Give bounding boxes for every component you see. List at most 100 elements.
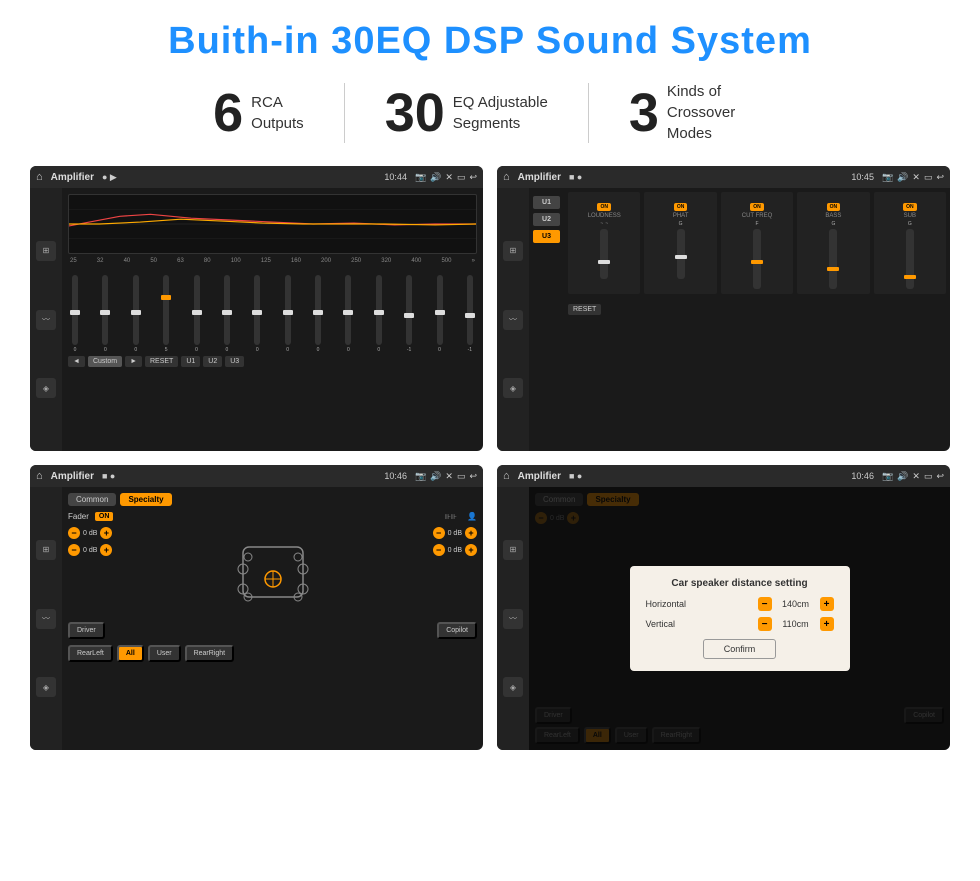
modal-vertical-plus[interactable]: + xyxy=(820,617,834,631)
slider-track[interactable] xyxy=(102,275,108,345)
vol-plus-0[interactable]: + xyxy=(100,527,112,539)
modal-horizontal-minus[interactable]: − xyxy=(758,597,772,611)
sidebar-volume-icon[interactable]: ◈ xyxy=(36,378,56,398)
bass-slider[interactable] xyxy=(829,229,837,289)
stat-label-eq: EQ Adjustable Segments xyxy=(453,92,548,134)
preset-u2[interactable]: U2 xyxy=(533,213,560,226)
screen-dialog-body: ⊞ 〰 ◈ Common Specialty −0 dB+ xyxy=(497,487,950,750)
sidebar-wave-icon-3[interactable]: 〰 xyxy=(36,609,56,629)
btn-driver[interactable]: Driver xyxy=(68,622,105,639)
modal-vertical-minus[interactable]: − xyxy=(758,617,772,631)
fader-tabs: Common Specialty xyxy=(68,493,477,506)
eq-u3-btn[interactable]: U3 xyxy=(225,356,244,367)
eq-u1-btn[interactable]: U1 xyxy=(181,356,200,367)
cutfreq-slider[interactable] xyxy=(753,229,761,289)
eq-custom-btn[interactable]: Custom xyxy=(88,356,122,367)
vol-minus-0[interactable]: − xyxy=(68,527,80,539)
sidebar-wave-icon-4[interactable]: 〰 xyxy=(503,609,523,629)
slider-track[interactable] xyxy=(406,275,412,345)
eq-u2-btn[interactable]: U2 xyxy=(203,356,222,367)
stat-eq: 30 EQ Adjustable Segments xyxy=(345,86,588,140)
slider-track[interactable] xyxy=(467,275,473,345)
module-cutfreq: ON CUT FREQ F xyxy=(721,192,793,294)
fader-on-badge: ON xyxy=(95,512,114,521)
vol-row-1: − 0 dB + xyxy=(68,544,112,556)
eq-labels: 25 32 40 50 63 80 100 125 160 200 250 32… xyxy=(68,258,477,264)
vol-row-2: − 0 dB + xyxy=(433,527,477,539)
slider-track[interactable] xyxy=(254,275,260,345)
confirm-button[interactable]: Confirm xyxy=(703,639,777,659)
vol-minus-1[interactable]: − xyxy=(68,544,80,556)
phat-slider[interactable] xyxy=(677,229,685,279)
sidebar-eq-icon-3[interactable]: ⊞ xyxy=(36,540,56,560)
phat-on-badge: ON xyxy=(674,203,688,211)
sub-slider[interactable] xyxy=(906,229,914,289)
slider-track[interactable] xyxy=(345,275,351,345)
slider-track[interactable] xyxy=(376,275,382,345)
slider-track[interactable] xyxy=(72,275,78,345)
topbar-time-eq: 10:44 xyxy=(384,172,407,182)
slider-track[interactable] xyxy=(315,275,321,345)
btn-copilot[interactable]: Copilot xyxy=(437,622,477,639)
slider-track[interactable] xyxy=(194,275,200,345)
vol-plus-2[interactable]: + xyxy=(465,527,477,539)
topbar-time-crossover: 10:45 xyxy=(851,172,874,182)
sidebar-eq-icon[interactable]: ⊞ xyxy=(36,241,56,261)
slider-track[interactable] xyxy=(163,275,169,345)
loudness-slider[interactable] xyxy=(600,229,608,279)
sidebar-volume-icon-4[interactable]: ◈ xyxy=(503,677,523,697)
vol-val-1: 0 dB xyxy=(83,547,97,554)
eq-slider-6: 0 xyxy=(254,275,260,353)
sidebar-wave-icon[interactable]: 〰 xyxy=(36,310,56,330)
stat-number-crossover: 3 xyxy=(629,86,659,140)
vol-row-3: − 0 dB + xyxy=(433,544,477,556)
slider-track[interactable] xyxy=(285,275,291,345)
btn-all[interactable]: All xyxy=(117,645,144,662)
sidebar-volume-icon-2[interactable]: ◈ xyxy=(503,378,523,398)
eq-reset-btn[interactable]: RESET xyxy=(145,356,178,367)
eq-slider-3: 5 xyxy=(163,275,169,353)
preset-u3[interactable]: U3 xyxy=(533,230,560,243)
modal-row-vertical: Vertical − 110cm + xyxy=(646,617,834,631)
preset-u1[interactable]: U1 xyxy=(533,196,560,209)
sidebar-eq-icon-4[interactable]: ⊞ xyxy=(503,540,523,560)
btn-rearright[interactable]: RearRight xyxy=(185,645,235,662)
eq-next-btn[interactable]: ► xyxy=(125,356,142,367)
vol-minus-2[interactable]: − xyxy=(433,527,445,539)
vol-plus-3[interactable]: + xyxy=(465,544,477,556)
module-sub: ON SUB G xyxy=(874,192,946,294)
screen-fader-topbar: ⌂ Amplifier ■ ● 10:46 📷 🔊 ✕ ▭ ↩ xyxy=(30,465,483,487)
loudness-label: LOUDNESS xyxy=(571,213,637,219)
modal-vertical-value: 110cm xyxy=(776,619,816,629)
slider-track[interactable] xyxy=(133,275,139,345)
bass-on-badge: ON xyxy=(827,203,841,211)
modal-horizontal-controls: − 140cm + xyxy=(758,597,834,611)
left-volumes: − 0 dB + − 0 dB + xyxy=(68,527,112,556)
screen-fader-body: ⊞ 〰 ◈ Common Specialty Fader ON ⊪⊪ 👤 xyxy=(30,487,483,750)
bottom-btns-fader: Driver Copilot xyxy=(68,622,477,639)
stat-number-rca: 6 xyxy=(213,86,243,140)
slider-track[interactable] xyxy=(437,275,443,345)
slider-track[interactable] xyxy=(224,275,230,345)
topbar-icons-dialog: 📷 🔊 ✕ ▭ ↩ xyxy=(882,471,944,482)
screen-eq: ⌂ Amplifier ● ▶ 10:44 📷 🔊 ✕ ▭ ↩ ⊞ 〰 ◈ xyxy=(30,166,483,451)
crossover-reset-btn[interactable]: RESET xyxy=(568,304,601,315)
topbar-time-dialog: 10:46 xyxy=(851,471,874,481)
vol-plus-1[interactable]: + xyxy=(100,544,112,556)
vol-row-0: − 0 dB + xyxy=(68,527,112,539)
sidebar-volume-icon-3[interactable]: ◈ xyxy=(36,677,56,697)
tab-specialty[interactable]: Specialty xyxy=(120,493,171,506)
eq-slider-11: -1 xyxy=(406,275,412,353)
topbar-dots: ● ▶ xyxy=(102,172,117,183)
tab-common[interactable]: Common xyxy=(68,493,116,506)
screen-crossover-body: ⊞ 〰 ◈ U1 U2 U3 ON LOUDNESS xyxy=(497,188,950,451)
sidebar-eq-icon-2[interactable]: ⊞ xyxy=(503,241,523,261)
btn-user[interactable]: User xyxy=(148,645,181,662)
sidebar-wave-icon-2[interactable]: 〰 xyxy=(503,310,523,330)
screen-eq-main: 25 32 40 50 63 80 100 125 160 200 250 32… xyxy=(62,188,483,451)
screen-eq-sidebar: ⊞ 〰 ◈ xyxy=(30,188,62,451)
vol-minus-3[interactable]: − xyxy=(433,544,445,556)
btn-rearleft[interactable]: RearLeft xyxy=(68,645,113,662)
modal-horizontal-plus[interactable]: + xyxy=(820,597,834,611)
eq-prev-btn[interactable]: ◄ xyxy=(68,356,85,367)
